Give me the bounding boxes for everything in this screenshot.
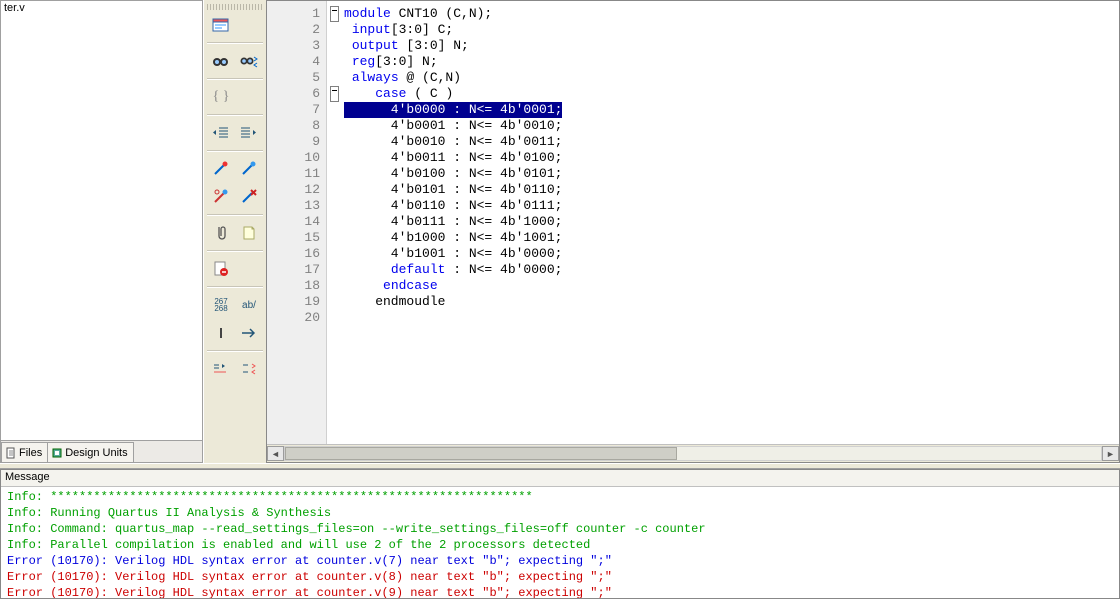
wand-blue-icon [240,161,258,177]
message-panel: Message Info: **************************… [0,469,1120,599]
explorer-icon [212,17,230,33]
binoculars-icon [212,53,230,69]
word-wrap-button[interactable]: ab/ [237,294,261,316]
outdent-button[interactable] [209,122,233,144]
fold-toggle[interactable] [330,86,339,102]
step-swap-button[interactable] [237,358,261,380]
tool-wand-red[interactable] [209,158,233,180]
file-name[interactable]: ter.v [4,2,25,14]
ruler-icon [213,327,229,339]
outdent-icon [212,126,230,140]
tool-wand-blue[interactable] [237,158,261,180]
code-area[interactable]: 1234567891011121314151617181920 module C… [267,1,1119,444]
page-red-icon [213,261,229,277]
attach-button[interactable] [209,222,233,244]
find-replace-button[interactable] [237,50,261,72]
message-row[interactable]: Error (10170): Verilog HDL syntax error … [7,585,1117,598]
line-gutter: 1234567891011121314151617181920 [267,1,327,444]
arrow-right-icon [240,328,258,338]
message-row[interactable]: Info: Command: quartus_map --read_settin… [7,521,1117,537]
step-in-icon [212,362,230,376]
step-in-button[interactable] [209,358,233,380]
tab-files[interactable]: Files [1,442,48,462]
indent-icon [240,126,258,140]
step-swap-icon [240,362,258,376]
ruler-button[interactable] [209,322,233,344]
toolbar-grip[interactable] [207,4,263,10]
fold-gutter [327,1,342,444]
message-row[interactable]: Info: **********************************… [7,489,1117,505]
hscroll-track[interactable] [284,446,1102,461]
left-tabs: Files Design Units [1,440,202,462]
tab-design-units-label: Design Units [65,447,127,459]
page-error-button[interactable] [209,258,233,280]
hscroll-right[interactable]: ► [1102,446,1119,461]
goto-button[interactable] [237,322,261,344]
message-row[interactable]: Info: Parallel compilation is enabled an… [7,537,1117,553]
message-row[interactable]: Info: Running Quartus II Analysis & Synt… [7,505,1117,521]
fold-toggle[interactable] [330,6,339,22]
numbers-icon: 267268 [214,298,227,312]
message-row[interactable]: Error (10170): Verilog HDL syntax error … [7,553,1117,569]
hscroll-thumb[interactable] [285,447,677,460]
ab-icon: ab/ [242,300,256,311]
explorer-button[interactable] [209,14,233,36]
wand-x-icon [240,189,258,205]
binoculars-arrows-icon [239,53,259,69]
message-header: Message [1,470,1119,487]
tool-cut[interactable] [209,186,233,208]
hscroll: ◄ ► [267,444,1119,462]
braces-button[interactable]: { } [209,86,233,108]
tab-files-label: Files [19,447,42,459]
wand-red-icon [212,161,230,177]
message-body[interactable]: Info: **********************************… [1,487,1119,598]
find-button[interactable] [209,50,233,72]
indent-button[interactable] [237,122,261,144]
editor-toolbar: { } [203,0,267,463]
paperclip-icon [214,225,228,241]
project-navigator: ter.v Files Design Units [0,0,203,463]
chip-icon [51,447,63,459]
message-row[interactable]: Error (10170): Verilog HDL syntax error … [7,569,1117,585]
code-editor: 1234567891011121314151617181920 module C… [267,0,1120,463]
note-button[interactable] [237,222,261,244]
line-numbers-button[interactable]: 267268 [209,294,233,316]
document-icon [5,447,17,459]
top-area: ter.v Files Design Units [0,0,1120,463]
code-lines[interactable]: module CNT10 (C,N); input[3:0] C; output… [342,1,1119,444]
scissors-wand-icon [212,189,230,205]
tab-design-units[interactable]: Design Units [47,442,133,462]
note-icon [242,225,256,241]
braces-icon: { } [213,89,230,105]
hscroll-left[interactable]: ◄ [267,446,284,461]
tool-clear[interactable] [237,186,261,208]
